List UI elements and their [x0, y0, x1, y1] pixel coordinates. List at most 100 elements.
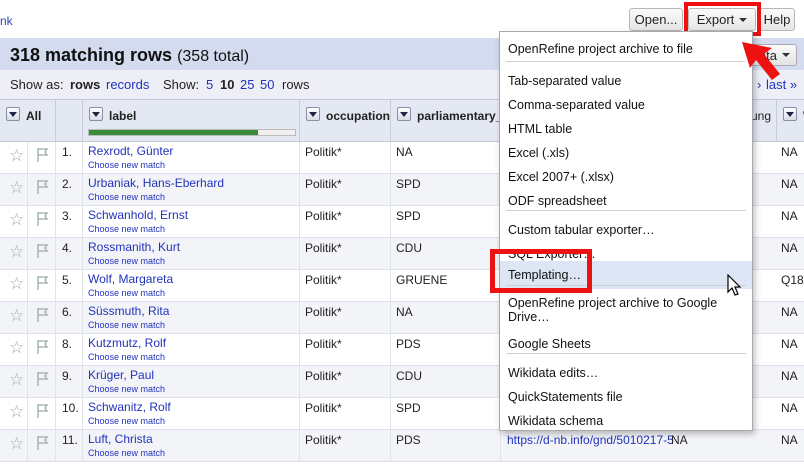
- matched-entity-link[interactable]: Wolf, Margareta: [88, 272, 173, 286]
- export-menu-item[interactable]: Tab-separated value: [500, 69, 752, 93]
- templating-highlight-box: [490, 249, 592, 293]
- star-icon[interactable]: ☆: [9, 179, 24, 196]
- page-size-10[interactable]: 10: [220, 77, 234, 92]
- matched-entity-link[interactable]: Schwanitz, Rolf: [88, 400, 171, 414]
- party-value: NA: [396, 145, 413, 159]
- export-menu-item[interactable]: Excel 2007+ (.xlsx): [500, 165, 752, 189]
- export-menu-item[interactable]: Excel (.xls): [500, 141, 752, 165]
- mode-rows[interactable]: rows: [70, 77, 100, 92]
- choose-new-match-link[interactable]: Choose new match: [88, 416, 165, 426]
- choose-new-match-link[interactable]: Choose new match: [88, 288, 165, 298]
- column-menu-icon[interactable]: [6, 107, 20, 121]
- right-value: NA: [781, 337, 798, 351]
- export-menu-item[interactable]: HTML table: [500, 117, 752, 141]
- row-number: 1.: [62, 145, 73, 159]
- flag-icon[interactable]: [36, 275, 50, 291]
- row-number: 9.: [62, 369, 73, 383]
- flag-icon[interactable]: [36, 307, 50, 323]
- party-value: GRUENE: [396, 273, 448, 287]
- choose-new-match-link[interactable]: Choose new match: [88, 384, 165, 394]
- star-icon[interactable]: ☆: [9, 243, 24, 260]
- star-icon[interactable]: ☆: [9, 307, 24, 324]
- row-number: 8.: [62, 337, 73, 351]
- matched-entity-link[interactable]: Süssmuth, Rita: [88, 304, 169, 318]
- star-icon[interactable]: ☆: [9, 339, 24, 356]
- occupation-value: Politik*: [305, 273, 342, 287]
- star-icon[interactable]: ☆: [9, 275, 24, 292]
- gnd-link[interactable]: https://d-nb.info/gnd/5010217-5: [507, 433, 674, 447]
- column-header-occupation[interactable]: occupation: [300, 100, 391, 142]
- matched-entity-link[interactable]: Rexrodt, Günter: [88, 144, 173, 158]
- flag-icon[interactable]: [36, 435, 50, 451]
- export-menu-item[interactable]: OpenRefine project archive to file: [500, 37, 752, 61]
- choose-new-match-link[interactable]: Choose new match: [88, 192, 165, 202]
- menu-separator: [506, 353, 746, 354]
- mouse-cursor-icon: [727, 274, 742, 296]
- flag-icon[interactable]: [36, 179, 50, 195]
- star-icon[interactable]: ☆: [9, 371, 24, 388]
- export-menu-item[interactable]: Wikidata edits…: [500, 361, 752, 385]
- occupation-value: Politik*: [305, 209, 342, 223]
- column-menu-icon[interactable]: [397, 107, 411, 121]
- occupation-value: Politik*: [305, 401, 342, 415]
- choose-new-match-link[interactable]: Choose new match: [88, 352, 165, 362]
- column-menu-icon[interactable]: [783, 107, 797, 121]
- choose-new-match-link[interactable]: Choose new match: [88, 320, 165, 330]
- party-value: PDS: [396, 337, 421, 351]
- column-header-partial[interactable]: ung: [753, 100, 777, 142]
- party-value: NA: [396, 305, 413, 319]
- star-icon[interactable]: ☆: [9, 435, 24, 452]
- export-menu-item[interactable]: OpenRefine project archive to Google Dri…: [500, 293, 752, 327]
- page-size-25-link[interactable]: 25: [240, 77, 254, 92]
- column-header-all[interactable]: All: [0, 100, 56, 142]
- star-icon[interactable]: ☆: [9, 403, 24, 420]
- matched-entity-link[interactable]: Krüger, Paul: [88, 368, 154, 382]
- star-icon[interactable]: ☆: [9, 211, 24, 228]
- column-parliamentary-label: parliamentary_g: [417, 109, 501, 123]
- row-number: 3.: [62, 209, 73, 223]
- right-value: NA: [781, 241, 798, 255]
- help-button[interactable]: Help: [759, 8, 795, 31]
- column-menu-icon[interactable]: [89, 107, 103, 121]
- matched-entity-link[interactable]: Kutzmutz, Rolf: [88, 336, 166, 350]
- column-header-parliamentary[interactable]: parliamentary_g: [391, 100, 501, 142]
- row-number: 4.: [62, 241, 73, 255]
- page-size-5-link[interactable]: 5: [206, 77, 213, 92]
- partial-link[interactable]: nk: [0, 14, 13, 28]
- right-value: NA: [781, 401, 798, 415]
- flag-icon[interactable]: [36, 403, 50, 419]
- right-value: NA: [781, 369, 798, 383]
- occupation-value: Politik*: [305, 305, 342, 319]
- column-label-label: label: [109, 109, 137, 123]
- column-menu-icon[interactable]: [306, 107, 320, 121]
- occupation-value: Politik*: [305, 241, 342, 255]
- party-value: SPD: [396, 401, 421, 415]
- column-header-right[interactable]: W: [777, 100, 804, 142]
- row-number: 2.: [62, 177, 73, 191]
- export-menu-item[interactable]: Wikidata schema: [500, 409, 752, 433]
- choose-new-match-link[interactable]: Choose new match: [88, 160, 165, 170]
- row-number: 10.: [62, 401, 79, 415]
- choose-new-match-link[interactable]: Choose new match: [88, 448, 165, 458]
- flag-icon[interactable]: [36, 211, 50, 227]
- choose-new-match-link[interactable]: Choose new match: [88, 256, 165, 266]
- star-icon[interactable]: ☆: [9, 147, 24, 164]
- open-button[interactable]: Open...: [629, 8, 683, 31]
- reconciliation-progress-bar: [88, 129, 296, 136]
- matched-entity-link[interactable]: Schwanhold, Ernst: [88, 208, 188, 222]
- flag-icon[interactable]: [36, 243, 50, 259]
- open-button-label: Open...: [634, 12, 678, 27]
- matched-entity-link[interactable]: Luft, Christa: [88, 432, 153, 446]
- flag-icon[interactable]: [36, 371, 50, 387]
- flag-icon[interactable]: [36, 339, 50, 355]
- export-menu-item[interactable]: Comma-separated value: [500, 93, 752, 117]
- flag-icon[interactable]: [36, 147, 50, 163]
- export-menu-item[interactable]: QuickStatements file: [500, 385, 752, 409]
- right-value: Q18: [781, 273, 804, 287]
- choose-new-match-link[interactable]: Choose new match: [88, 224, 165, 234]
- matched-entity-link[interactable]: Urbaniak, Hans-Eberhard: [88, 176, 224, 190]
- page-size-50-link[interactable]: 50: [260, 77, 274, 92]
- mode-records-link[interactable]: records: [106, 77, 149, 92]
- matched-entity-link[interactable]: Rossmanith, Kurt: [88, 240, 180, 254]
- export-menu-item[interactable]: Custom tabular exporter…: [500, 218, 752, 242]
